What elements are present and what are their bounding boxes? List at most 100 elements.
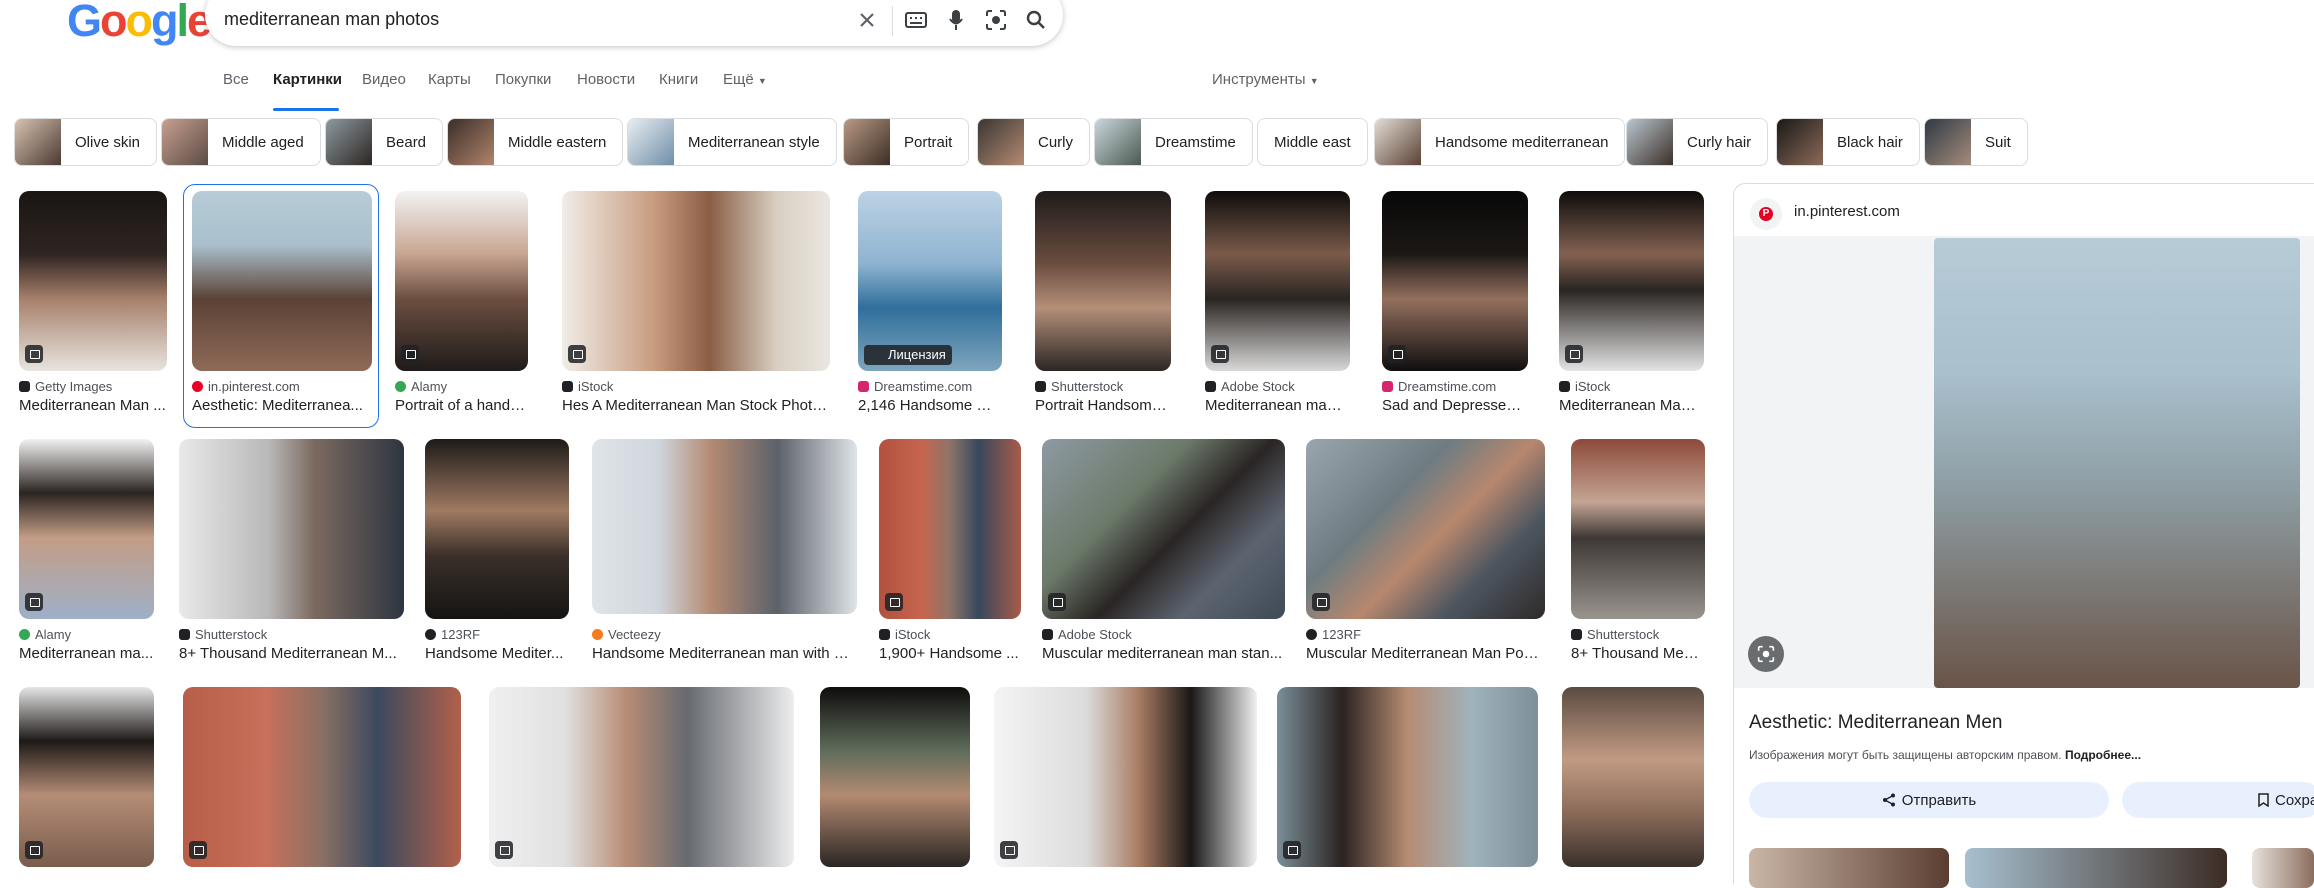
result-title[interactable]: Portrait Handsome ... xyxy=(1035,397,1171,414)
keyboard-icon[interactable] xyxy=(902,6,930,34)
result-source: Dreamstime.com xyxy=(1382,379,1496,394)
result-title[interactable]: 8+ Thousand Mediterranean M... xyxy=(179,645,404,662)
result-title[interactable]: 8+ Thousand Medi... xyxy=(1571,645,1705,662)
chip-label: Curly hair xyxy=(1687,133,1752,151)
chip-curly[interactable]: Curly xyxy=(977,118,1091,166)
chip-label: Olive skin xyxy=(75,133,141,151)
source-name: Alamy xyxy=(411,379,448,394)
result-title[interactable]: Aesthetic: Mediterranea... xyxy=(192,397,372,414)
chip-mediterranean-style[interactable]: Mediterranean style xyxy=(627,118,837,166)
lens-search-icon[interactable] xyxy=(1748,636,1784,672)
result-image xyxy=(1571,439,1705,619)
tools-button[interactable]: Инструменты ▼ xyxy=(1212,71,1319,88)
result-source: Shutterstock xyxy=(1035,379,1123,394)
save-button[interactable]: Сохра xyxy=(2122,782,2314,818)
result-title[interactable]: Sad and Depressed ... xyxy=(1382,397,1528,414)
result-title[interactable]: 2,146 Handsome Me... xyxy=(858,397,1002,414)
google-logo[interactable]: Google xyxy=(67,0,212,43)
chip-thumbnail xyxy=(1095,119,1141,165)
chip-middle-aged[interactable]: Middle aged xyxy=(161,118,321,166)
tab-shopping[interactable]: Покупки xyxy=(495,71,551,88)
pinterest-icon: P xyxy=(1750,198,1782,230)
chip-thumbnail xyxy=(978,119,1024,165)
tab-images[interactable]: Картинки xyxy=(273,71,342,88)
result-image xyxy=(1562,687,1704,867)
source-name: iStock xyxy=(578,379,614,394)
source-name: Dreamstime.com xyxy=(1398,379,1497,394)
preview-title[interactable]: Aesthetic: Mediterranean Men xyxy=(1749,712,2002,734)
related-thumbnail[interactable] xyxy=(1749,848,1949,888)
tab-news[interactable]: Новости xyxy=(577,71,635,88)
result-title[interactable]: Handsome Mediter... xyxy=(425,645,569,662)
result-image xyxy=(858,191,1002,371)
source-favicon xyxy=(858,381,869,392)
source-name: iStock xyxy=(1575,379,1611,394)
result-title[interactable]: Handsome Mediterranean man with ol... xyxy=(592,645,857,662)
result-image xyxy=(19,687,154,867)
chip-black-hair[interactable]: Black hair xyxy=(1776,118,1920,166)
tab-more-label: Ещё xyxy=(723,71,754,88)
source-name: Getty Images xyxy=(35,379,113,394)
result-title[interactable]: Portrait of a hands... xyxy=(395,397,528,414)
license-badge[interactable]: Лицензия xyxy=(864,345,952,365)
result-title[interactable]: Mediterranean Man ... xyxy=(19,397,167,414)
result-title[interactable]: 1,900+ Handsome ... xyxy=(879,645,1021,662)
result-source: Dreamstime.com xyxy=(858,379,972,394)
result-source: iStock xyxy=(562,379,613,394)
source-name: 123RF xyxy=(1322,627,1362,642)
tab-maps[interactable]: Карты xyxy=(428,71,471,88)
preview-image[interactable] xyxy=(1934,238,2300,688)
lens-icon[interactable] xyxy=(982,6,1010,34)
tab-more[interactable]: Ещё ▼ xyxy=(723,71,767,88)
chip-thumbnail xyxy=(1777,119,1823,165)
share-button[interactable]: Отправить xyxy=(1749,782,2109,818)
chip-portrait[interactable]: Portrait xyxy=(843,118,970,166)
result-title[interactable]: Mediterranean man ... xyxy=(1205,397,1350,414)
chip-handsome-mediterranean[interactable]: Handsome mediterranean xyxy=(1374,118,1626,166)
result-title[interactable]: Hes A Mediterranean Man Stock Photo... xyxy=(562,397,830,414)
result-image xyxy=(192,191,372,371)
result-source: Shutterstock xyxy=(1571,627,1659,642)
tab-video[interactable]: Видео xyxy=(362,71,406,88)
chip-middle-east[interactable]: Middle east xyxy=(1257,118,1368,166)
result-title[interactable]: Mediterranean ma... xyxy=(19,645,154,662)
result-image xyxy=(820,687,970,867)
tab-all[interactable]: Все xyxy=(223,71,249,88)
search-icon[interactable] xyxy=(1022,6,1050,34)
source-favicon xyxy=(1035,381,1046,392)
chip-thumbnail xyxy=(628,119,674,165)
chip-suit[interactable]: Suit xyxy=(1924,118,2028,166)
chip-olive-skin[interactable]: Olive skin xyxy=(14,118,158,166)
result-title[interactable]: Mediterranean Man ... xyxy=(1559,397,1704,414)
source-favicon xyxy=(179,629,190,640)
chip-dreamstime[interactable]: Dreamstime xyxy=(1094,118,1253,166)
clear-icon[interactable] xyxy=(853,6,881,34)
result-title[interactable]: Muscular Mediterranean Man Posi... xyxy=(1306,645,1545,662)
preview-source[interactable]: in.pinterest.com xyxy=(1794,203,1900,220)
image-icon xyxy=(1000,841,1018,859)
search-input[interactable]: mediterranean man photos xyxy=(224,9,439,30)
chip-curly-hair[interactable]: Curly hair xyxy=(1626,118,1769,166)
chip-middle-eastern[interactable]: Middle eastern xyxy=(447,118,624,166)
image-icon xyxy=(1312,593,1330,611)
image-icon xyxy=(495,841,513,859)
image-icon xyxy=(1388,345,1406,363)
chip-beard[interactable]: Beard xyxy=(325,118,444,166)
related-thumbnail[interactable] xyxy=(1965,848,2227,888)
bookmark-icon xyxy=(2258,793,2269,807)
chip-thumbnail xyxy=(1627,119,1673,165)
divider xyxy=(892,6,893,36)
tab-books[interactable]: Книги xyxy=(659,71,698,88)
source-favicon xyxy=(1205,381,1216,392)
chip-label: Handsome mediterranean xyxy=(1435,133,1609,151)
source-favicon xyxy=(19,381,30,392)
microphone-icon[interactable] xyxy=(942,6,970,34)
source-favicon xyxy=(192,381,203,392)
related-thumbnail[interactable] xyxy=(2252,848,2314,888)
source-favicon xyxy=(879,629,890,640)
copyright-text: Изображения могут быть защищены авторски… xyxy=(1749,748,2062,762)
more-link[interactable]: Подробнее... xyxy=(2065,748,2141,762)
chip-thumbnail xyxy=(1375,119,1421,165)
result-title[interactable]: Muscular mediterranean man stan... xyxy=(1042,645,1285,662)
result-image xyxy=(19,439,154,619)
